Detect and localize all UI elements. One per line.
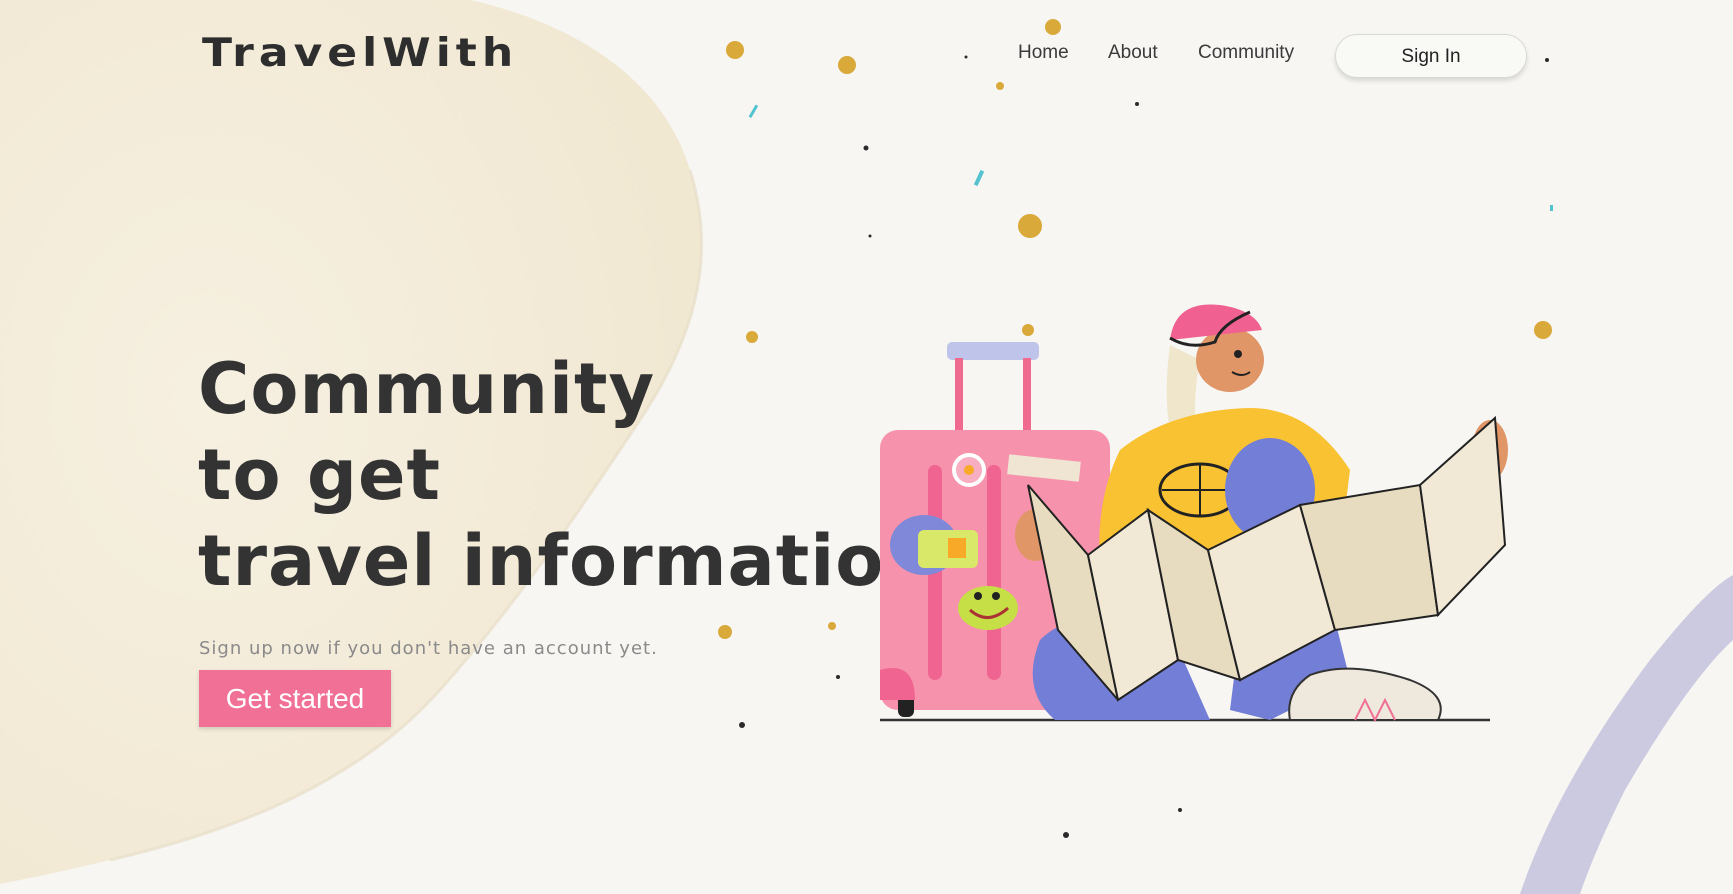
get-started-button[interactable]: Get started <box>199 670 391 727</box>
brush-stroke <box>1520 575 1733 894</box>
traveler-illustration <box>880 304 1508 723</box>
teal-specks <box>748 104 1553 211</box>
nav-community-link[interactable]: Community <box>1198 42 1294 64</box>
headline-line-2: to get <box>198 434 441 516</box>
headline-line-3: travel information <box>198 520 936 602</box>
nav-home-link[interactable]: Home <box>1018 42 1069 64</box>
hero-headline: Community to get travel information <box>198 346 935 604</box>
headline-line-1: Community <box>198 348 656 430</box>
hero-subtext: Sign up now if you don't have an account… <box>199 638 658 659</box>
logo[interactable]: TravelWith <box>202 30 518 76</box>
nav-about-link[interactable]: About <box>1108 42 1158 64</box>
sign-in-button[interactable]: Sign In <box>1335 34 1527 78</box>
